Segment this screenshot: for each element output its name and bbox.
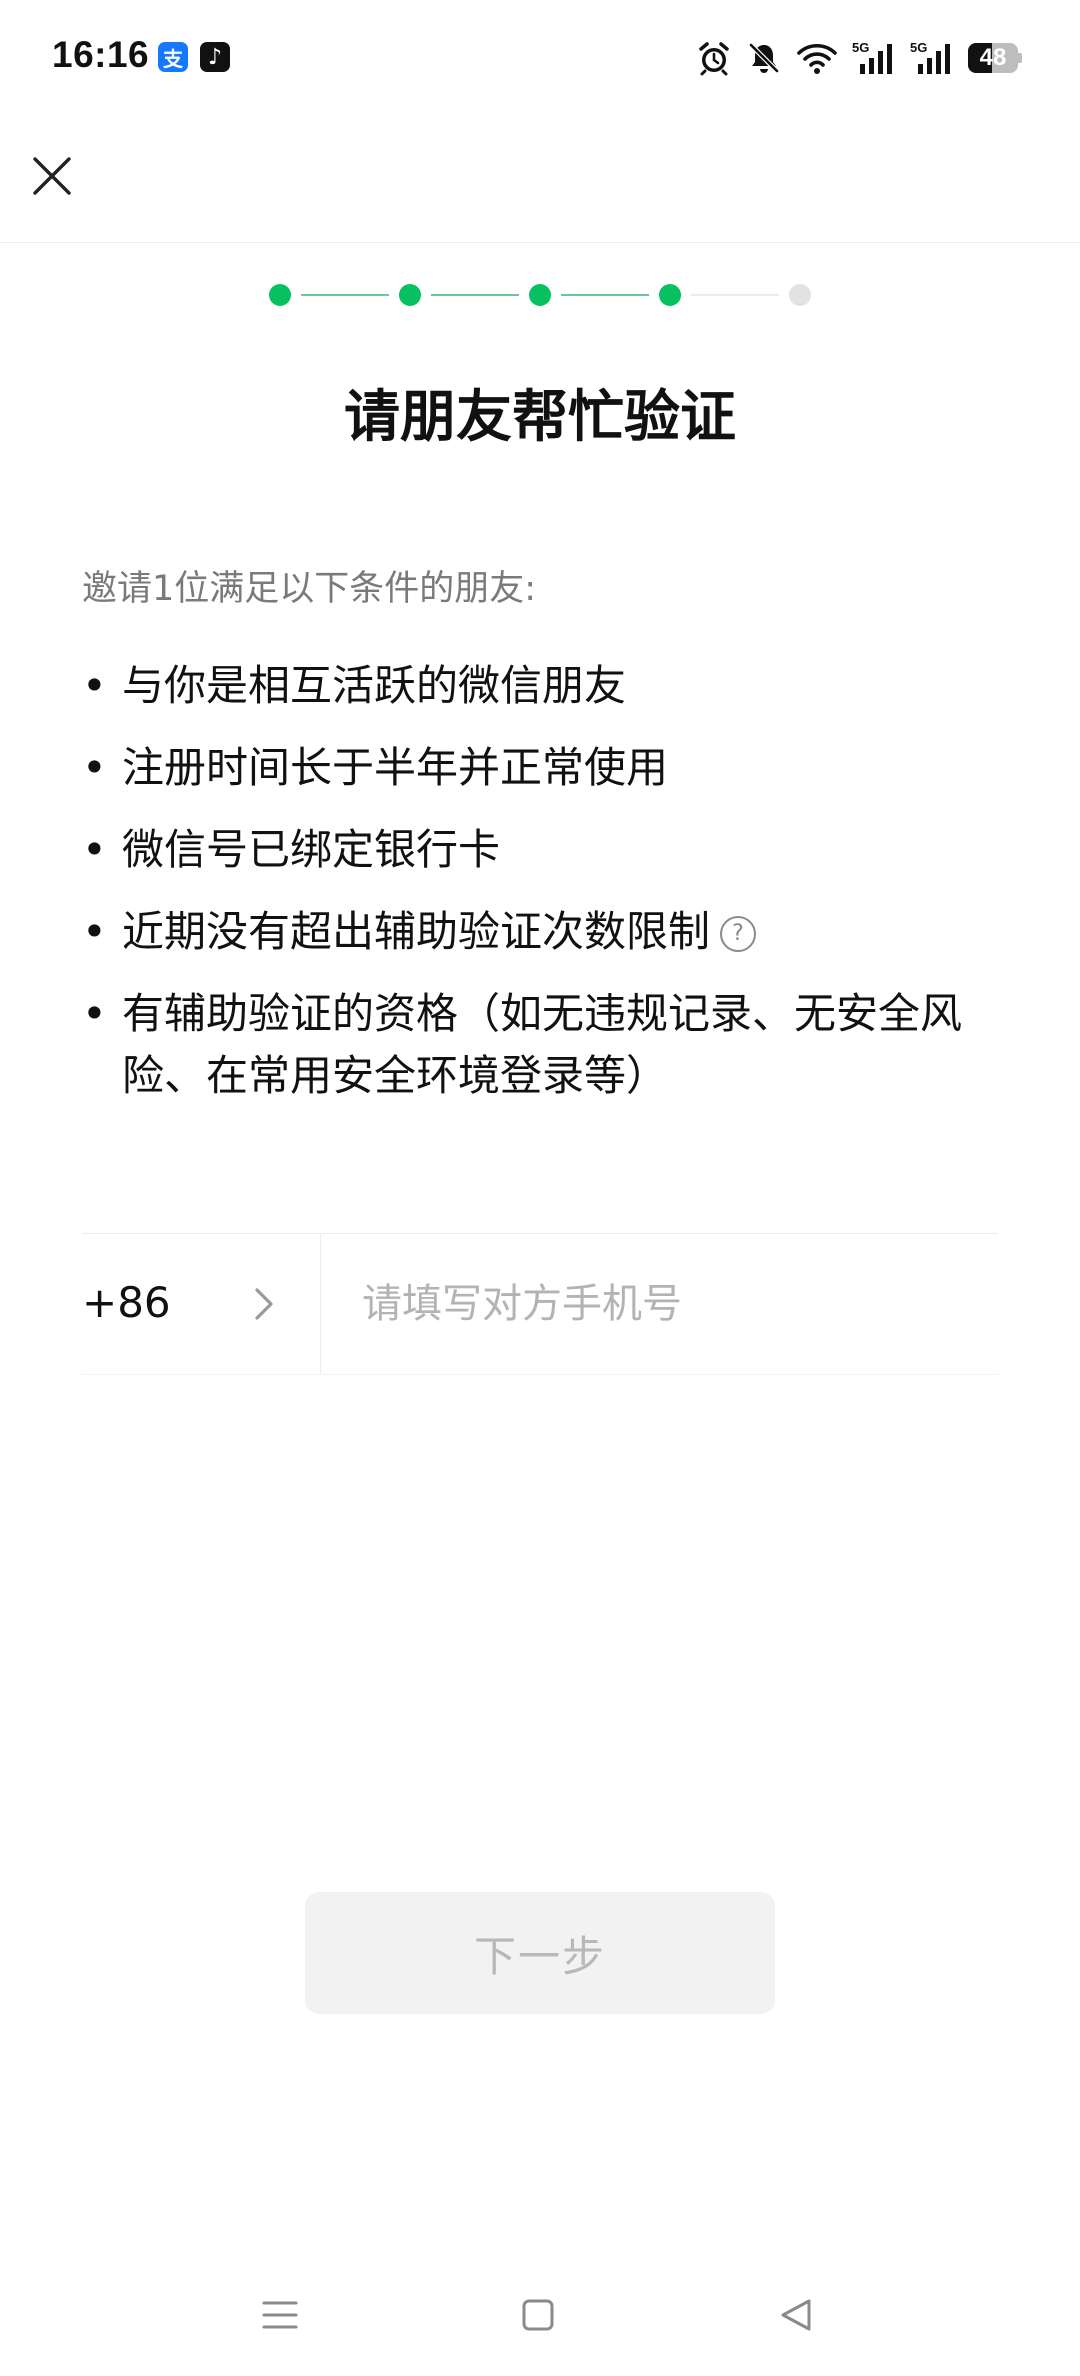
tiktok-icon: ♪ — [200, 42, 230, 72]
country-code: +86 — [82, 1278, 171, 1327]
network-label: 5G — [852, 40, 869, 55]
step-connector — [301, 294, 389, 296]
intro-text: 邀请1位满足以下条件的朋友: — [82, 569, 537, 609]
network-label: 5G — [910, 40, 927, 55]
bullet: • — [82, 743, 107, 792]
status-bar: 16:16 支 ♪ 5G 5G 48 — [0, 0, 1080, 120]
status-time: 16:16 — [52, 34, 150, 75]
step-dot — [269, 284, 291, 306]
close-icon — [33, 157, 71, 195]
condition-text: 近期没有超出辅助验证次数限制 — [122, 907, 711, 956]
mute-bell-icon — [749, 43, 779, 73]
condition-item: • 注册时间长于半年并正常使用 — [82, 737, 1002, 799]
next-button[interactable]: 下一步 — [305, 1892, 775, 2014]
condition-item: • 有辅助验证的资格（如无违规记录、无安全风险、在常用安全环境登录等） — [82, 983, 1002, 1107]
bullet: • — [82, 661, 107, 710]
step-dot — [529, 284, 551, 306]
step-connector — [431, 294, 519, 296]
conditions-list: • 与你是相互活跃的微信朋友 • 注册时间长于半年并正常使用 • 微信号已绑定银… — [82, 655, 1002, 1127]
step-dot — [659, 284, 681, 306]
battery-icon: 48 — [968, 43, 1022, 73]
status-icons: 5G 5G 48 — [696, 38, 1022, 78]
condition-item: • 近期没有超出辅助验证次数限制? — [82, 901, 1002, 963]
step-connector — [561, 294, 649, 296]
step-connector — [691, 294, 779, 296]
phone-number-input[interactable] — [362, 1262, 982, 1346]
battery-text: 48 — [979, 44, 1007, 71]
phone-row-divider — [82, 1374, 998, 1375]
bullet: • — [82, 989, 107, 1038]
close-button[interactable] — [26, 150, 78, 202]
menu-button[interactable] — [250, 2280, 310, 2350]
condition-text: 与你是相互活跃的微信朋友 — [122, 661, 627, 710]
home-icon — [522, 2299, 554, 2331]
step-progress — [0, 270, 1080, 318]
help-icon[interactable]: ? — [720, 916, 757, 952]
condition-item: • 与你是相互活跃的微信朋友 — [82, 655, 1002, 717]
step-dot — [399, 284, 421, 306]
signal-5g-icon: 5G — [910, 40, 950, 74]
condition-item: • 微信号已绑定银行卡 — [82, 819, 1002, 881]
menu-icon — [262, 2301, 298, 2329]
page-title: 请朋友帮忙验证 — [344, 385, 736, 450]
step-dot — [789, 284, 811, 306]
header-divider — [0, 242, 1080, 243]
country-code-selector[interactable]: +86 — [82, 1234, 320, 1374]
condition-text: 微信号已绑定银行卡 — [122, 825, 501, 874]
home-button[interactable] — [508, 2280, 568, 2350]
wifi-icon — [797, 43, 837, 74]
chevron-right-icon — [255, 1288, 273, 1320]
navigation-bar — [0, 2280, 1080, 2350]
alipay-icon: 支 — [158, 42, 188, 72]
condition-text: 有辅助验证的资格（如无违规记录、无安全风险、在常用安全环境登录等） — [122, 989, 963, 1100]
signal-5g-icon: 5G — [852, 40, 892, 74]
phone-separator — [320, 1234, 321, 1374]
back-button[interactable] — [766, 2280, 826, 2350]
alarm-icon — [699, 42, 729, 76]
bullet: • — [82, 907, 107, 956]
back-icon — [781, 2299, 811, 2331]
bullet: • — [82, 825, 107, 874]
condition-text: 注册时间长于半年并正常使用 — [122, 743, 669, 792]
